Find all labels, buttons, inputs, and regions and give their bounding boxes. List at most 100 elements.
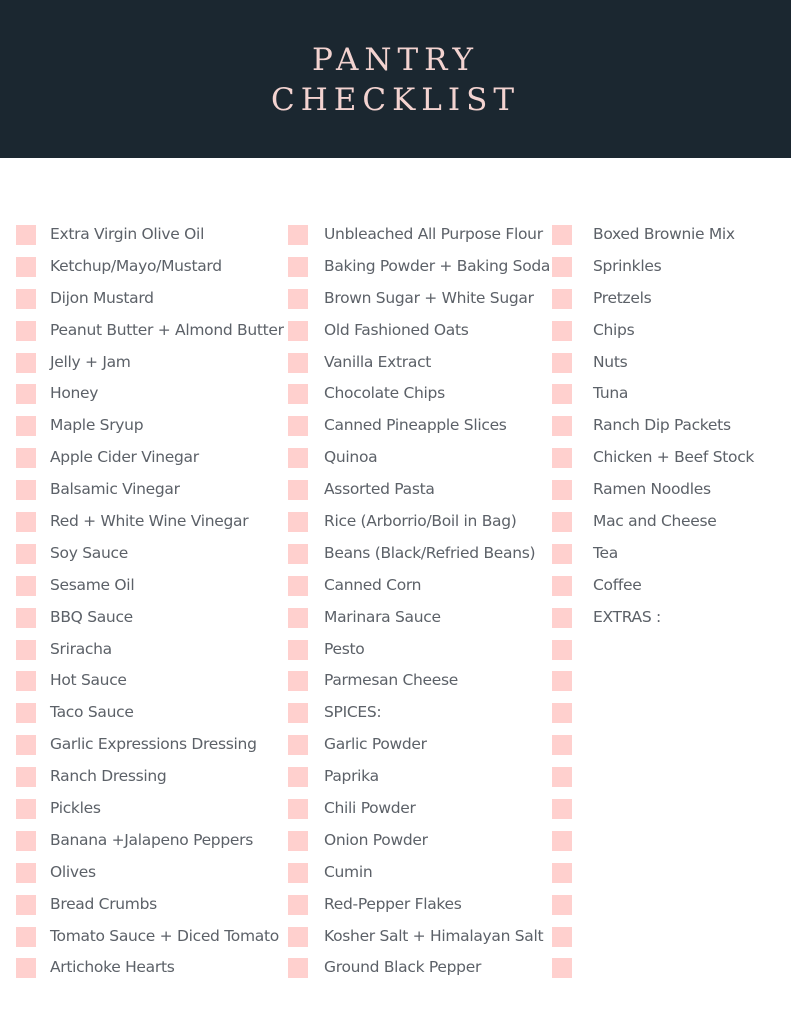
checklist-item[interactable] (552, 924, 754, 956)
checklist-item[interactable]: Kosher Salt + Himalayan Salt (288, 924, 550, 956)
checklist-item[interactable] (552, 764, 754, 796)
checkbox-icon[interactable] (288, 830, 308, 851)
checklist-item[interactable]: Tuna (552, 381, 754, 413)
checkbox-icon[interactable] (552, 288, 572, 309)
checkbox-icon[interactable] (16, 671, 36, 692)
checklist-item[interactable]: Tomato Sauce + Diced Tomato (16, 924, 284, 956)
checklist-item[interactable]: Garlic Expressions Dressing (16, 732, 284, 764)
checkbox-icon[interactable] (552, 671, 572, 692)
checklist-item[interactable] (552, 828, 754, 860)
checklist-item[interactable]: Maple Sryup (16, 413, 284, 445)
checkbox-icon[interactable] (16, 639, 36, 660)
checklist-item[interactable]: Chicken + Beef Stock (552, 445, 754, 477)
checklist-item[interactable]: Rice (Arborrio/Boil in Bag) (288, 509, 550, 541)
checkbox-icon[interactable] (288, 352, 308, 373)
checkbox-icon[interactable] (16, 320, 36, 341)
checklist-item[interactable]: Extra Virgin Olive Oil (16, 222, 284, 254)
checklist-item[interactable]: Peanut Butter + Almond Butter (16, 318, 284, 350)
checkbox-icon[interactable] (288, 926, 308, 947)
checklist-item[interactable]: Sesame Oil (16, 573, 284, 605)
checkbox-icon[interactable] (16, 225, 36, 245)
checkbox-icon[interactable] (288, 320, 308, 341)
checklist-item[interactable]: Tea (552, 541, 754, 573)
checklist-item[interactable]: Canned Corn (288, 573, 550, 605)
checkbox-icon[interactable] (288, 256, 308, 277)
checkbox-icon[interactable] (552, 767, 572, 788)
checkbox-icon[interactable] (16, 703, 36, 724)
checklist-item[interactable]: Apple Cider Vinegar (16, 445, 284, 477)
checkbox-icon[interactable] (552, 958, 572, 979)
checklist-item[interactable]: Taco Sauce (16, 700, 284, 732)
checklist-item[interactable] (552, 700, 754, 732)
checklist-item[interactable]: Balsamic Vinegar (16, 477, 284, 509)
checkbox-icon[interactable] (16, 894, 36, 915)
checkbox-icon[interactable] (16, 799, 36, 820)
checklist-item[interactable]: Chocolate Chips (288, 381, 550, 413)
checklist-item[interactable]: Garlic Powder (288, 732, 550, 764)
checklist-item[interactable]: Pesto (288, 637, 550, 669)
checkbox-icon[interactable] (288, 958, 308, 979)
checkbox-icon[interactable] (288, 894, 308, 915)
checkbox-icon[interactable] (288, 225, 308, 245)
checklist-item[interactable] (552, 732, 754, 764)
checkbox-icon[interactable] (16, 735, 36, 756)
checklist-item[interactable]: SPICES: (288, 700, 550, 732)
checklist-item[interactable]: Sriracha (16, 637, 284, 669)
checkbox-icon[interactable] (552, 575, 572, 596)
checkbox-icon[interactable] (552, 926, 572, 947)
checkbox-icon[interactable] (16, 767, 36, 788)
checklist-item[interactable]: Ranch Dressing (16, 764, 284, 796)
checklist-item[interactable]: Bread Crumbs (16, 892, 284, 924)
checklist-item[interactable]: Banana +Jalapeno Peppers (16, 828, 284, 860)
checkbox-icon[interactable] (552, 448, 572, 469)
checklist-item[interactable]: Beans (Black/Refried Beans) (288, 541, 550, 573)
checkbox-icon[interactable] (288, 448, 308, 469)
checkbox-icon[interactable] (552, 512, 572, 533)
checklist-item[interactable] (552, 892, 754, 924)
checkbox-icon[interactable] (16, 575, 36, 596)
checkbox-icon[interactable] (16, 384, 36, 405)
checkbox-icon[interactable] (552, 799, 572, 820)
checklist-item[interactable]: Parmesan Cheese (288, 668, 550, 700)
checkbox-icon[interactable] (552, 607, 572, 628)
checklist-item[interactable]: Onion Powder (288, 828, 550, 860)
checkbox-icon[interactable] (288, 384, 308, 405)
checkbox-icon[interactable] (552, 225, 572, 245)
checkbox-icon[interactable] (288, 512, 308, 533)
checkbox-icon[interactable] (16, 352, 36, 373)
checklist-item[interactable] (552, 637, 754, 669)
checkbox-icon[interactable] (552, 416, 572, 437)
checklist-item[interactable]: Ramen Noodles (552, 477, 754, 509)
checklist-item[interactable]: Chips (552, 318, 754, 350)
checkbox-icon[interactable] (288, 416, 308, 437)
checkbox-icon[interactable] (552, 639, 572, 660)
checklist-item[interactable]: Pretzels (552, 286, 754, 318)
checkbox-icon[interactable] (552, 703, 572, 724)
checklist-item[interactable]: EXTRAS : (552, 605, 754, 637)
checkbox-icon[interactable] (288, 703, 308, 724)
checklist-item[interactable]: Red + White Wine Vinegar (16, 509, 284, 541)
checkbox-icon[interactable] (552, 256, 572, 277)
checklist-item[interactable]: Quinoa (288, 445, 550, 477)
checkbox-icon[interactable] (552, 894, 572, 915)
checkbox-icon[interactable] (16, 862, 36, 883)
checkbox-icon[interactable] (16, 926, 36, 947)
checklist-item[interactable]: Soy Sauce (16, 541, 284, 573)
checklist-item[interactable] (552, 860, 754, 892)
checklist-item[interactable]: Assorted Pasta (288, 477, 550, 509)
checkbox-icon[interactable] (288, 799, 308, 820)
checklist-item[interactable]: Sprinkles (552, 254, 754, 286)
checkbox-icon[interactable] (16, 416, 36, 437)
checkbox-icon[interactable] (16, 512, 36, 533)
checkbox-icon[interactable] (288, 543, 308, 564)
checkbox-icon[interactable] (16, 256, 36, 277)
checklist-item[interactable] (552, 796, 754, 828)
checklist-item[interactable]: Vanilla Extract (288, 350, 550, 382)
checkbox-icon[interactable] (552, 543, 572, 564)
checkbox-icon[interactable] (16, 543, 36, 564)
checklist-item[interactable]: Jelly + Jam (16, 350, 284, 382)
checklist-item[interactable]: Olives (16, 860, 284, 892)
checkbox-icon[interactable] (16, 958, 36, 979)
checklist-item[interactable]: Pickles (16, 796, 284, 828)
checklist-item[interactable]: Nuts (552, 350, 754, 382)
